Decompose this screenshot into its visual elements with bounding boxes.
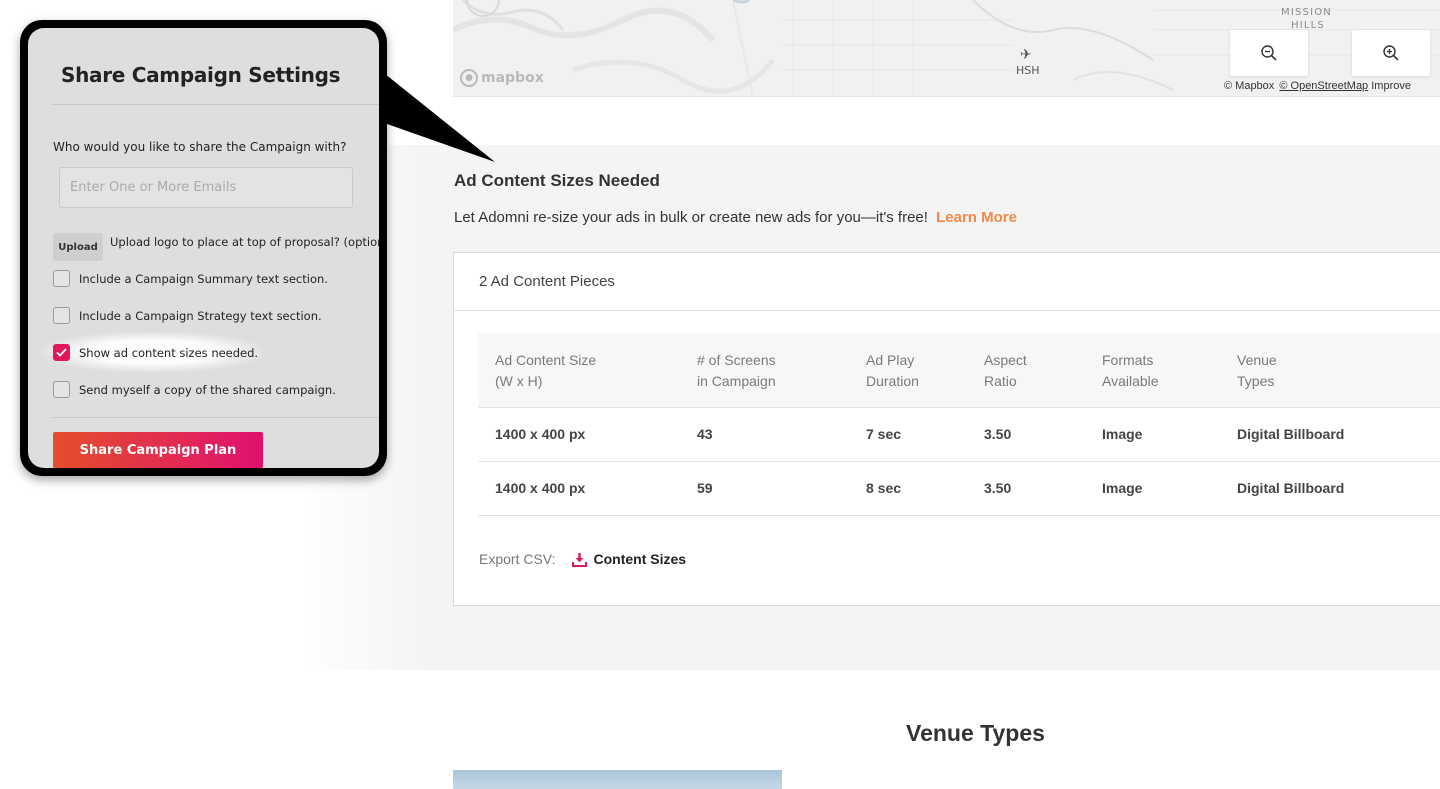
column-header-line: Available [1102,373,1159,389]
checkbox-checked[interactable] [53,344,70,361]
modal-title: Share Campaign Settings [61,63,341,87]
table-header: Ad Content Size (W x H) # of Screens in … [478,333,1440,408]
modal-divider [53,104,379,105]
column-header-line: Ad Play [866,352,915,368]
checkbox[interactable] [53,270,70,287]
attribution-mapbox-link[interactable]: © Mapbox [1224,80,1274,92]
option-label: Include a Campaign Summary text section. [79,271,328,286]
cell-screens: 59 [697,480,713,496]
column-header-size: Ad Content Size (W x H) [495,350,596,392]
download-icon [571,552,587,567]
option-label: Show ad content sizes needed. [79,345,259,360]
map-label-mission: MISSION [1281,7,1332,18]
upload-logo-label: Upload logo to place at top of proposal?… [110,235,379,249]
ad-content-table: Ad Content Size (W x H) # of Screens in … [478,333,1440,516]
zoom-in-icon [1383,45,1399,61]
cell-size: 1400 x 400 px [495,480,586,496]
cell-venue: Digital Billboard [1237,480,1345,496]
upload-button[interactable]: Upload [53,233,103,261]
column-header-formats: Formats Available [1102,350,1159,392]
column-header-line: Ratio [984,373,1017,389]
column-header-aspect: Aspect Ratio [984,350,1027,392]
card-header: 2 Ad Content Pieces [454,253,1440,311]
cell-duration: 7 sec [866,426,902,442]
share-campaign-plan-button[interactable]: Share Campaign Plan [53,432,263,468]
cell-aspect: 3.50 [984,426,1012,442]
option-send-copy[interactable]: Send myself a copy of the shared campaig… [53,381,336,398]
table-row: 1400 x 400 px 59 8 sec 3.50 Image Digita… [478,462,1440,516]
share-question: Who would you like to share the Campaign… [53,140,347,154]
cell-format: Image [1102,480,1143,496]
email-input[interactable] [59,167,353,208]
column-header-venue: Venue Types [1237,350,1277,392]
column-header-line: Venue [1237,352,1277,368]
map[interactable]: MISSION HILLS ✈ HSH ● mapbox © Mapbox © … [453,0,1440,97]
attribution-osm-link[interactable]: © OpenStreetMap [1279,80,1368,92]
ad-content-card: 2 Ad Content Pieces Ad Content Size (W x… [453,252,1440,606]
zoom-callout: Share Campaign Settings Who would you li… [20,20,387,476]
attribution-improve-link[interactable]: Improve [1371,80,1411,92]
map-attribution: © Mapbox © OpenStreetMap Improve [1224,80,1411,92]
export-link-label: Content Sizes [593,551,687,567]
venue-image [453,770,782,789]
page: MISSION HILLS ✈ HSH ● mapbox © Mapbox © … [0,0,1440,789]
option-campaign-strategy[interactable]: Include a Campaign Strategy text section… [53,307,322,324]
column-header-line: Aspect [984,352,1027,368]
column-header-line: Types [1237,373,1275,389]
option-show-ad-sizes[interactable]: Show ad content sizes needed. [53,344,258,361]
learn-more-link[interactable]: Learn More [936,209,1017,226]
table-row: 1400 x 400 px 43 7 sec 3.50 Image Digita… [478,408,1440,462]
column-header-screens: # of Screens in Campaign [697,350,776,392]
cell-aspect: 3.50 [984,480,1012,496]
column-header-line: in Campaign [697,373,776,389]
ad-sizes-description-text: Let Adomni re-size your ads in bulk or c… [454,209,928,226]
export-csv-label: Export CSV: [479,551,556,567]
column-header-line: (W x H) [495,373,543,389]
column-header-line: # of Screens [697,352,776,368]
cell-format: Image [1102,426,1143,442]
cell-size: 1400 x 400 px [495,426,586,442]
venue-types-title: Venue Types [906,720,1045,746]
share-settings-modal: Share Campaign Settings Who would you li… [28,28,379,468]
option-label: Include a Campaign Strategy text section… [79,308,322,323]
map-label-airport: HSH [1016,64,1040,77]
cell-duration: 8 sec [866,480,902,496]
option-campaign-summary[interactable]: Include a Campaign Summary text section. [53,270,328,287]
column-header-line: Formats [1102,352,1154,368]
column-header-duration: Ad Play Duration [866,350,919,392]
checkbox[interactable] [53,307,70,324]
zoom-in-button[interactable] [1352,30,1430,76]
column-header-line: Duration [866,373,919,389]
zoom-out-button[interactable] [1230,30,1308,76]
column-header-line: Ad Content Size [495,352,597,368]
checkmark-icon [56,348,67,357]
airport-icon: ✈ [1020,46,1032,62]
cell-screens: 43 [697,426,713,442]
export-csv: Export CSV: Content Sizes [479,551,686,567]
zoom-out-icon [1261,45,1277,61]
option-label: Send myself a copy of the shared campaig… [79,382,336,397]
export-content-sizes-link[interactable]: Content Sizes [571,551,687,567]
modal-divider [53,417,379,418]
ad-sizes-description: Let Adomni re-size your ads in bulk or c… [454,209,1017,226]
checkbox[interactable] [53,381,70,398]
cell-venue: Digital Billboard [1237,426,1345,442]
